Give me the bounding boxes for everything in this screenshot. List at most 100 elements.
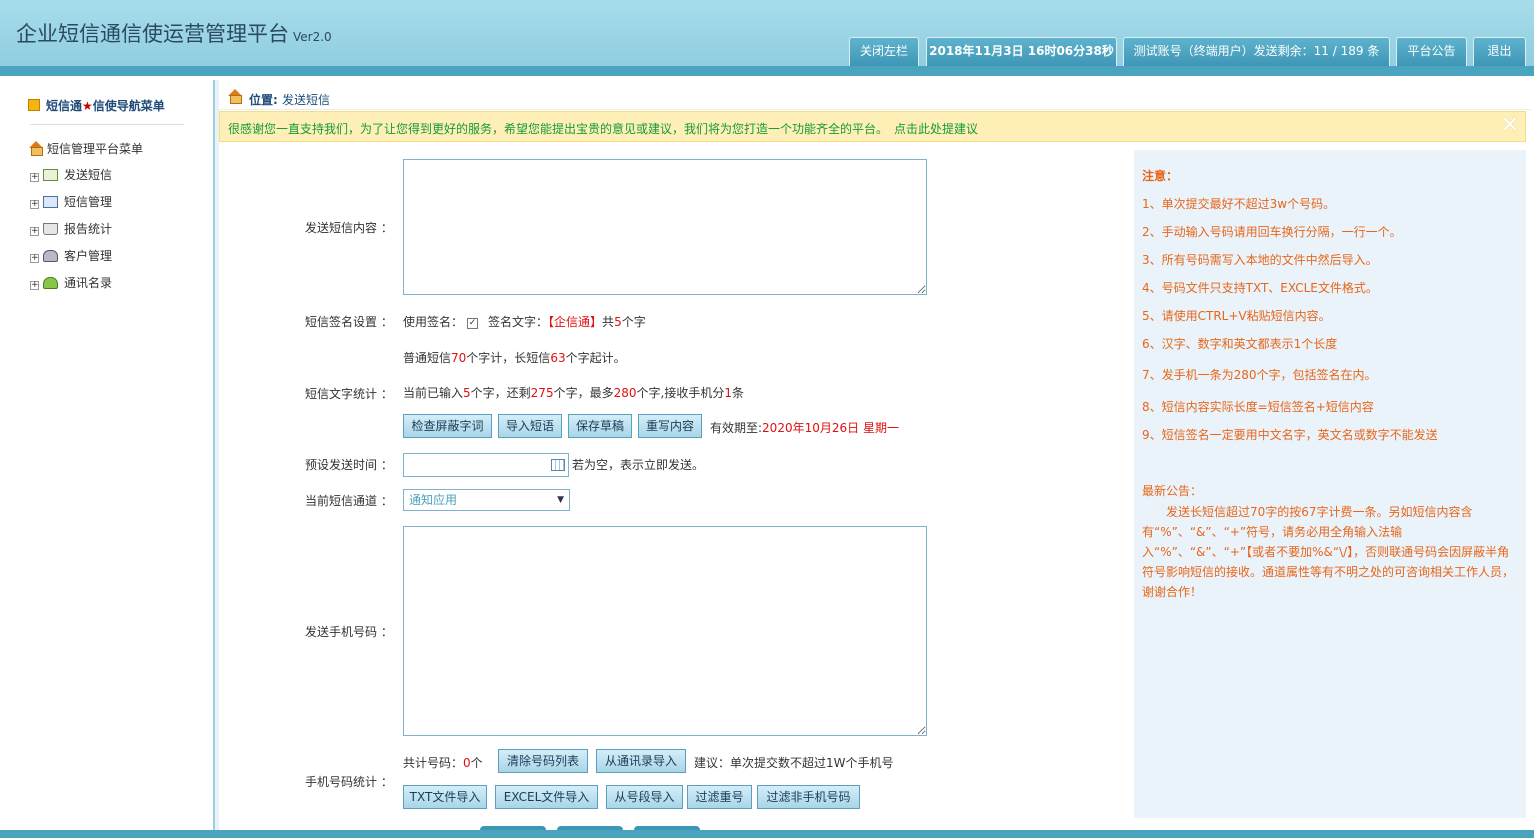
excel-import-button[interactable]: EXCEL文件导入 (495, 785, 598, 809)
content-label: 发送短信内容 ： (305, 221, 393, 235)
expand-icon[interactable]: + (30, 281, 39, 290)
sidebar-item-send-sms[interactable]: + 发送短信 (30, 166, 112, 183)
use-signature-label: 使用签名： (403, 315, 464, 329)
nav-title: 短信通★信使导航菜单 (28, 97, 165, 114)
sms-content-textarea[interactable] (403, 159, 927, 295)
rule-text: 普通短信 (403, 351, 452, 365)
channel-label: 当前短信通道 ： (305, 494, 393, 508)
expiry-label: 有效期至: (710, 421, 763, 435)
expand-icon[interactable]: + (30, 173, 39, 182)
signature-value: 【企信通】 (548, 315, 603, 329)
feedback-link[interactable]: 点击此处提建议 (894, 122, 978, 136)
sidebar-item-label: 通讯名录 (64, 276, 113, 290)
signature-count-pre: 共 (602, 315, 615, 329)
breadcrumb-label: 位置: 发送短信 (249, 91, 330, 108)
check-blocked-words-button[interactable]: 检查屏蔽字词 (403, 414, 492, 438)
sidebar-item-sms-manage[interactable]: + 短信管理 (30, 193, 112, 210)
range-import-button[interactable]: 从号段导入 (606, 785, 683, 809)
breadcrumb-current: 发送短信 (282, 93, 331, 107)
channel-select[interactable]: 通知应用 ▼ (403, 489, 570, 511)
contact-icon (43, 277, 58, 289)
header-bar (0, 66, 1534, 76)
announcement-button[interactable]: 平台公告 (1396, 37, 1467, 66)
signature-label: 短信签名设置 ： (305, 315, 393, 329)
expiry: 有效期至:2020年10月26日 星期一 (710, 419, 899, 436)
datetime-display: 2018年11月3日 16时06分38秒 (926, 37, 1117, 66)
account-status: 测试账号（终端用户）发送剩余：11 / 189 条 (1123, 37, 1390, 66)
phone-count-value: 0 (463, 756, 471, 770)
notes-title: 注意： (1142, 169, 1179, 183)
sidebar-item-label: 短信管理 (64, 195, 113, 209)
expand-icon[interactable]: + (30, 254, 39, 263)
expand-icon[interactable]: + (30, 227, 39, 236)
rewrite-content-button[interactable]: 重写内容 (638, 414, 702, 438)
import-phrases-button[interactable]: 导入短语 (498, 414, 562, 438)
parts-count: 1 (724, 386, 732, 400)
logout-button[interactable]: 退出 (1473, 37, 1526, 66)
note-item: 2、手动输入号码请用回车换行分隔，一行一个。 (1142, 225, 1402, 239)
import-contacts-button[interactable]: 从通讯录导入 (596, 749, 686, 773)
home-icon (227, 89, 243, 104)
sidebar-item-customers[interactable]: + 客户管理 (30, 247, 112, 264)
nav-divider (30, 124, 184, 125)
calendar-icon[interactable] (551, 459, 565, 471)
nav-title-post: 信使导航菜单 (92, 99, 165, 113)
phone-count-pre: 共计号码： (403, 756, 464, 770)
phones-label: 发送手机号码 ： (305, 625, 393, 639)
remaining-count: 275 (530, 386, 554, 400)
close-icon[interactable]: ✕ (1501, 114, 1519, 138)
save-draft-button[interactable]: 保存草稿 (568, 414, 632, 438)
mail-icon (43, 169, 58, 181)
use-signature-checkbox[interactable]: ✓ (467, 318, 479, 329)
txt-import-button[interactable]: TXT文件导入 (403, 785, 487, 809)
note-item: 3、所有号码需写入本地的文件中然后导入。 (1142, 253, 1378, 267)
sidebar-item-contacts[interactable]: + 通讯名录 (30, 274, 112, 291)
channel-value: 通知应用 (409, 493, 458, 507)
rule-normal-count: 70 (451, 351, 467, 365)
app-title-text: 企业短信通信使运营管理平台 (16, 22, 289, 46)
latest-announcement-title: 最新公告： (1142, 484, 1203, 498)
list-icon (43, 196, 58, 208)
sidebar-item-label: 客户管理 (64, 249, 113, 263)
nav-root[interactable]: 短信管理平台菜单 (28, 140, 143, 157)
entered-count: 5 (463, 386, 471, 400)
stats-label: 短信文字统计 ： (305, 387, 393, 401)
stats-text: 条 (731, 386, 744, 400)
cart-icon (43, 223, 58, 235)
expiry-value: 2020年10月26日 星期一 (762, 421, 899, 435)
note-item: 5、请使用CTRL+V粘贴短信内容。 (1142, 309, 1331, 323)
signature-count-post: 个字 (621, 315, 646, 329)
schedule-time-input[interactable] (403, 453, 569, 477)
sms-length-rule: 普通短信70个字计，长短信63个字起计。 (403, 349, 626, 366)
note-item: 9、短信签名一定要用中文名字，英文名或数字不能发送 (1142, 428, 1438, 442)
notice-text: 很感谢您一直支持我们，为了让您得到更好的服务，希望您能提出宝贵的意见或建议，我们… (228, 120, 978, 137)
star-icon: ★ (82, 99, 93, 113)
stats-text: 个字，最多 (553, 386, 614, 400)
schedule-label: 预设发送时间 ： (305, 458, 393, 472)
note-item: 6、汉字、数字和英文都表示1个长度 (1142, 337, 1338, 351)
rule-long-count: 63 (550, 351, 566, 365)
max-count: 280 (613, 386, 637, 400)
sidebar-item-reports[interactable]: + 报告统计 (30, 220, 112, 237)
note-item: 4、号码文件只支持TXT、EXCLE文件格式。 (1142, 281, 1378, 295)
checkbox-icon (28, 99, 40, 111)
signature-text-label: 签名文字： (488, 315, 549, 329)
stats-text: 个字，还剩 (470, 386, 531, 400)
filter-non-mobile-button[interactable]: 过滤非手机号码 (757, 785, 860, 809)
dedupe-button[interactable]: 过滤重号 (687, 785, 752, 809)
rule-text: 个字起计。 (565, 351, 626, 365)
phone-numbers-textarea[interactable] (403, 526, 927, 736)
stats-text: 个字,接收手机分 (636, 386, 725, 400)
notice-message: 很感谢您一直支持我们，为了让您得到更好的服务，希望您能提出宝贵的意见或建议，我们… (228, 122, 889, 136)
nav-root-label: 短信管理平台菜单 (47, 142, 144, 156)
signature-count: 5 (614, 315, 622, 329)
expand-icon[interactable]: + (30, 200, 39, 209)
latest-announcement-text: 发送长短信超过70字的按67字计费一条。另如短信内容含有“%”、“&”、“+”符… (1142, 505, 1515, 599)
bottom-bar (0, 830, 1534, 838)
clear-numbers-button[interactable]: 清除号码列表 (498, 749, 588, 773)
breadcrumb: 位置: 发送短信 (219, 84, 1531, 110)
phone-stats-label: 手机号码统计 ： (305, 775, 393, 789)
note-item: 8、短信内容实际长度=短信签名+短信内容 (1142, 400, 1374, 414)
app-version: Ver2.0 (293, 30, 332, 44)
close-left-button[interactable]: 关闭左栏 (849, 37, 919, 66)
